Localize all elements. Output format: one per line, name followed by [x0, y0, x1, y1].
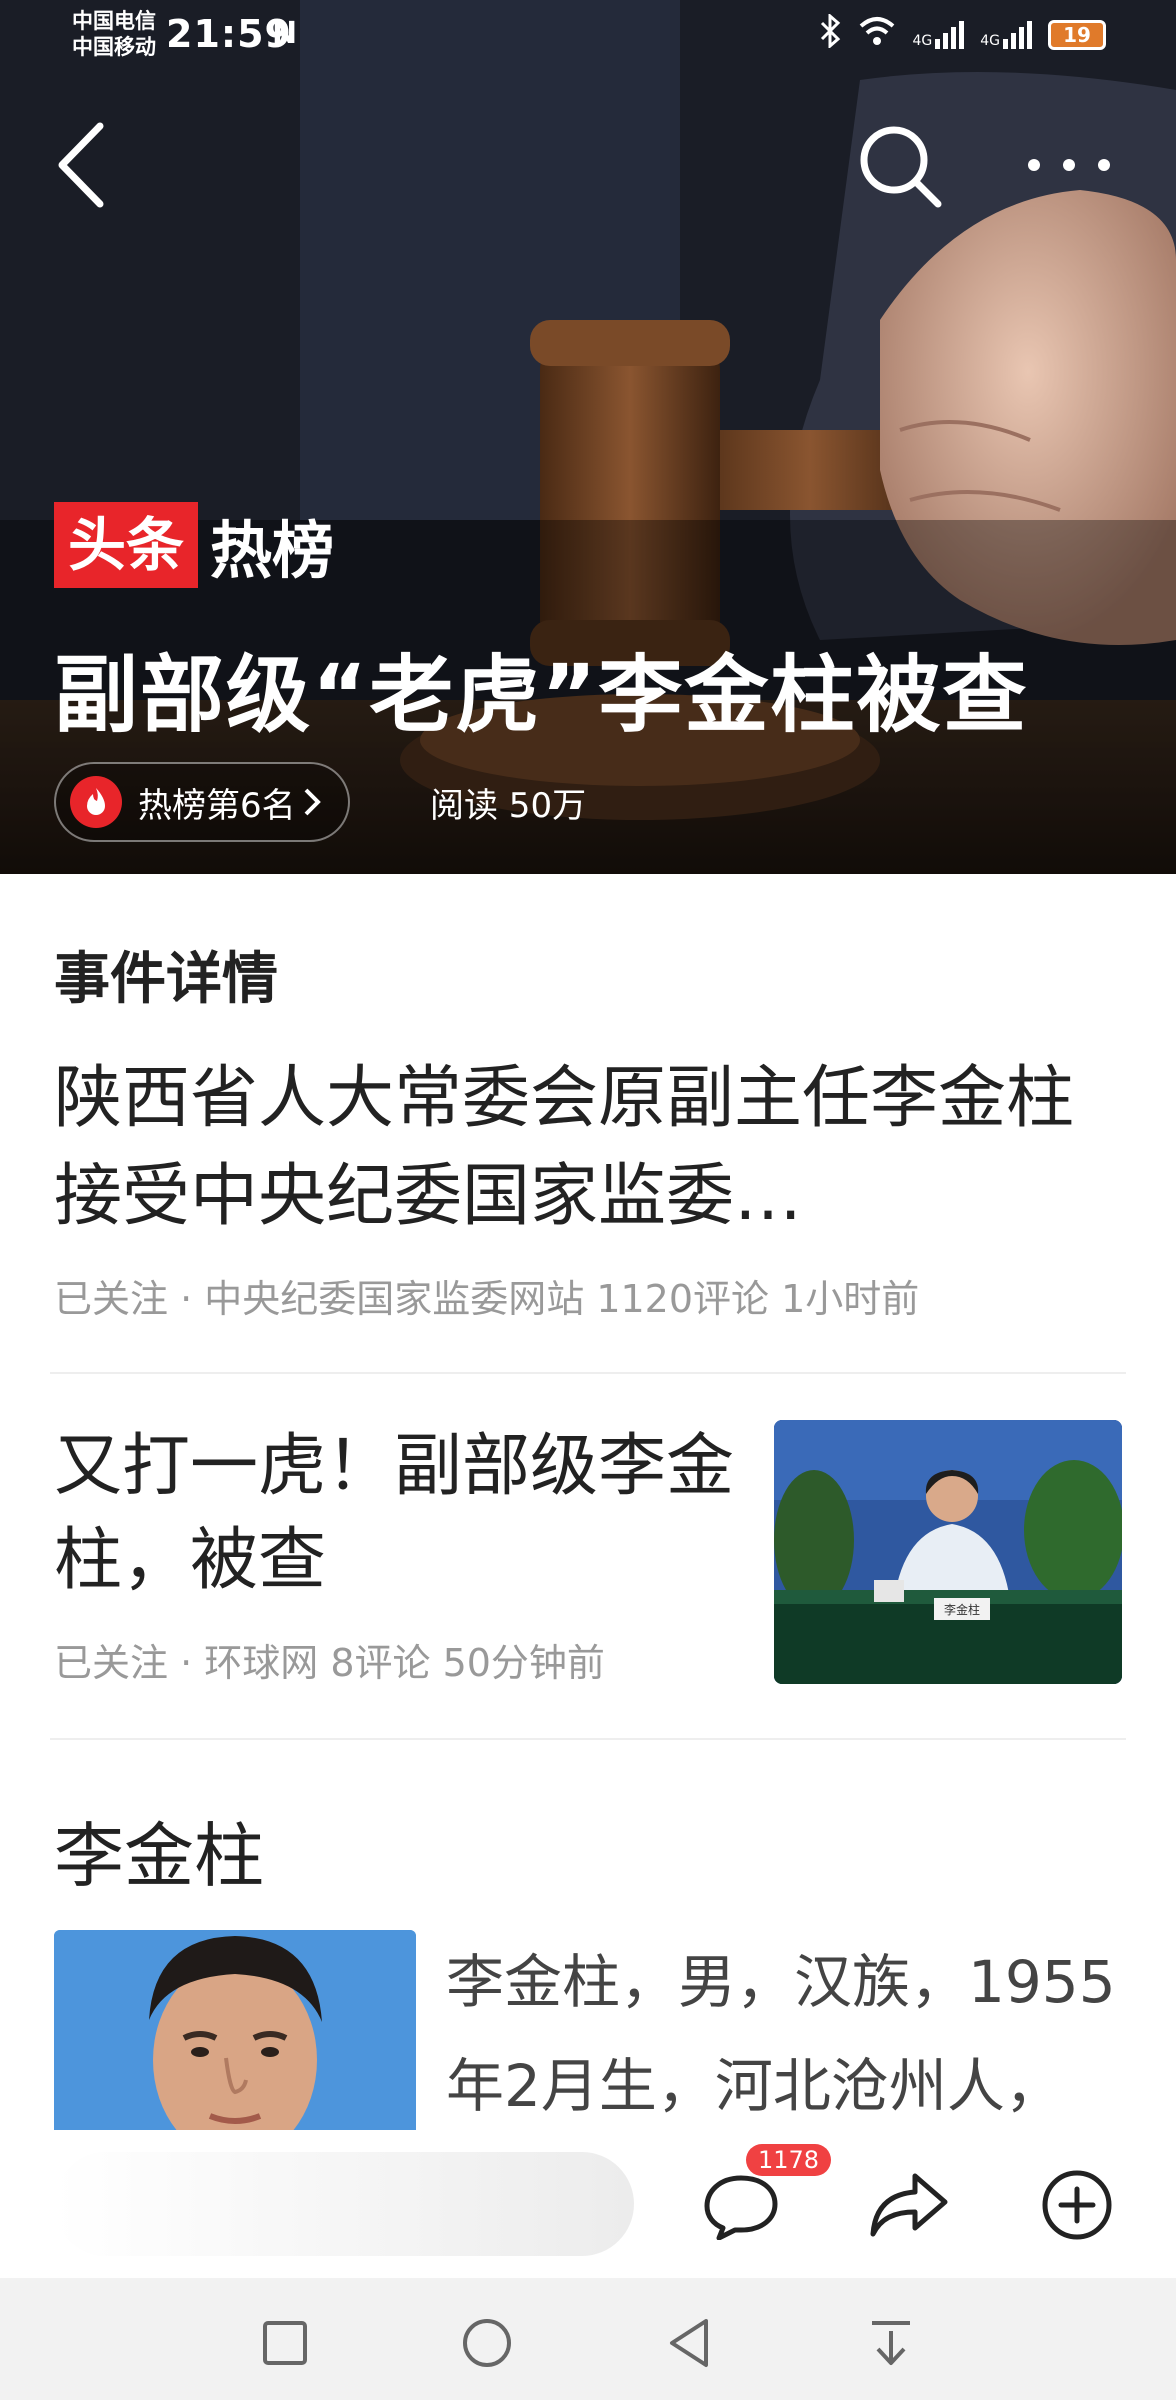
more-button[interactable]	[1024, 140, 1114, 190]
bottom-action-bar: 1178	[0, 2130, 1176, 2278]
comment-count-badge: 1178	[746, 2144, 832, 2176]
person-name: 李金柱	[54, 1815, 264, 1897]
divider	[50, 1372, 1126, 1374]
home-button[interactable]	[452, 2308, 522, 2378]
share-icon	[870, 2173, 948, 2237]
chevron-left-icon	[58, 122, 104, 208]
status-bar: 中国电信 中国移动 21:59 N 4G 4G 19	[0, 0, 1176, 70]
article-meta: 已关注 · 中央纪委国家监委网站 1120评论 1小时前	[54, 1277, 920, 1321]
search-icon	[860, 126, 942, 208]
person-bio: 李金柱，男，汉族，1955年2月生，河北沧州人，	[446, 1948, 1116, 2120]
wifi-icon	[858, 16, 896, 53]
read-count: 阅读 50万	[430, 786, 587, 826]
bluetooth-icon	[818, 12, 842, 55]
share-button[interactable]	[854, 2150, 964, 2260]
divider	[50, 1738, 1126, 1740]
comment-button[interactable]: 1178	[686, 2144, 832, 2260]
battery-icon: 19	[1048, 19, 1106, 50]
signal-icon-2: 4G	[980, 20, 1032, 49]
circle-icon	[463, 2319, 511, 2367]
article-title[interactable]: 陕西省人大常委会原副主任李金柱接受中央纪委国家监委…	[54, 1050, 1114, 1246]
hero-title: 副部级“老虎”李金柱被查	[54, 646, 1029, 744]
notification-pull-button[interactable]	[856, 2308, 926, 2378]
signal-icon: 4G	[912, 20, 965, 49]
chevron-right-icon	[304, 788, 321, 816]
brand-red-label: 头条	[54, 502, 199, 588]
article-title[interactable]: 又打一虎！副部级李金柱，被查	[54, 1420, 734, 1608]
article-thumbnail[interactable]: 李金柱	[774, 1420, 1122, 1684]
fire-icon	[70, 776, 122, 828]
more-icon	[1028, 159, 1110, 171]
article-meta: 已关注 · 环球网 8评论 50分钟前	[54, 1641, 605, 1685]
person-portrait[interactable]	[54, 1930, 416, 2130]
hero-banner: 中国电信 中国移动 21:59 N 4G 4G 19 头条 热榜 副部级“老虎”…	[0, 0, 1176, 874]
add-icon	[1042, 2170, 1112, 2240]
carrier-label: 中国电信 中国移动	[72, 9, 156, 59]
portrait-photo	[54, 1930, 416, 2130]
hot-rank-label: 热榜第6名	[138, 785, 296, 826]
svg-text:李金柱: 李金柱	[944, 1602, 980, 1617]
meeting-photo: 李金柱	[774, 1420, 1122, 1684]
brand-white-label: 热榜	[210, 514, 335, 587]
nfc-icon: N	[272, 16, 298, 51]
add-button[interactable]	[1022, 2150, 1132, 2260]
comment-icon	[704, 2175, 778, 2240]
triangle-back-icon	[670, 2319, 708, 2367]
hot-rank-button[interactable]: 热榜第6名	[54, 762, 350, 842]
recent-apps-button[interactable]	[250, 2308, 320, 2378]
system-navigation-bar	[0, 2278, 1176, 2400]
pull-down-icon	[872, 2321, 910, 2365]
hot-list-logo: 头条 热榜	[54, 500, 334, 590]
search-button[interactable]	[854, 120, 944, 210]
square-icon	[263, 2321, 307, 2365]
status-icons: 4G 4G 19	[818, 12, 1106, 55]
back-nav-button[interactable]	[654, 2308, 724, 2378]
back-button[interactable]	[52, 120, 112, 210]
comment-input[interactable]	[54, 2152, 634, 2256]
section-title: 事件详情	[54, 947, 278, 1012]
